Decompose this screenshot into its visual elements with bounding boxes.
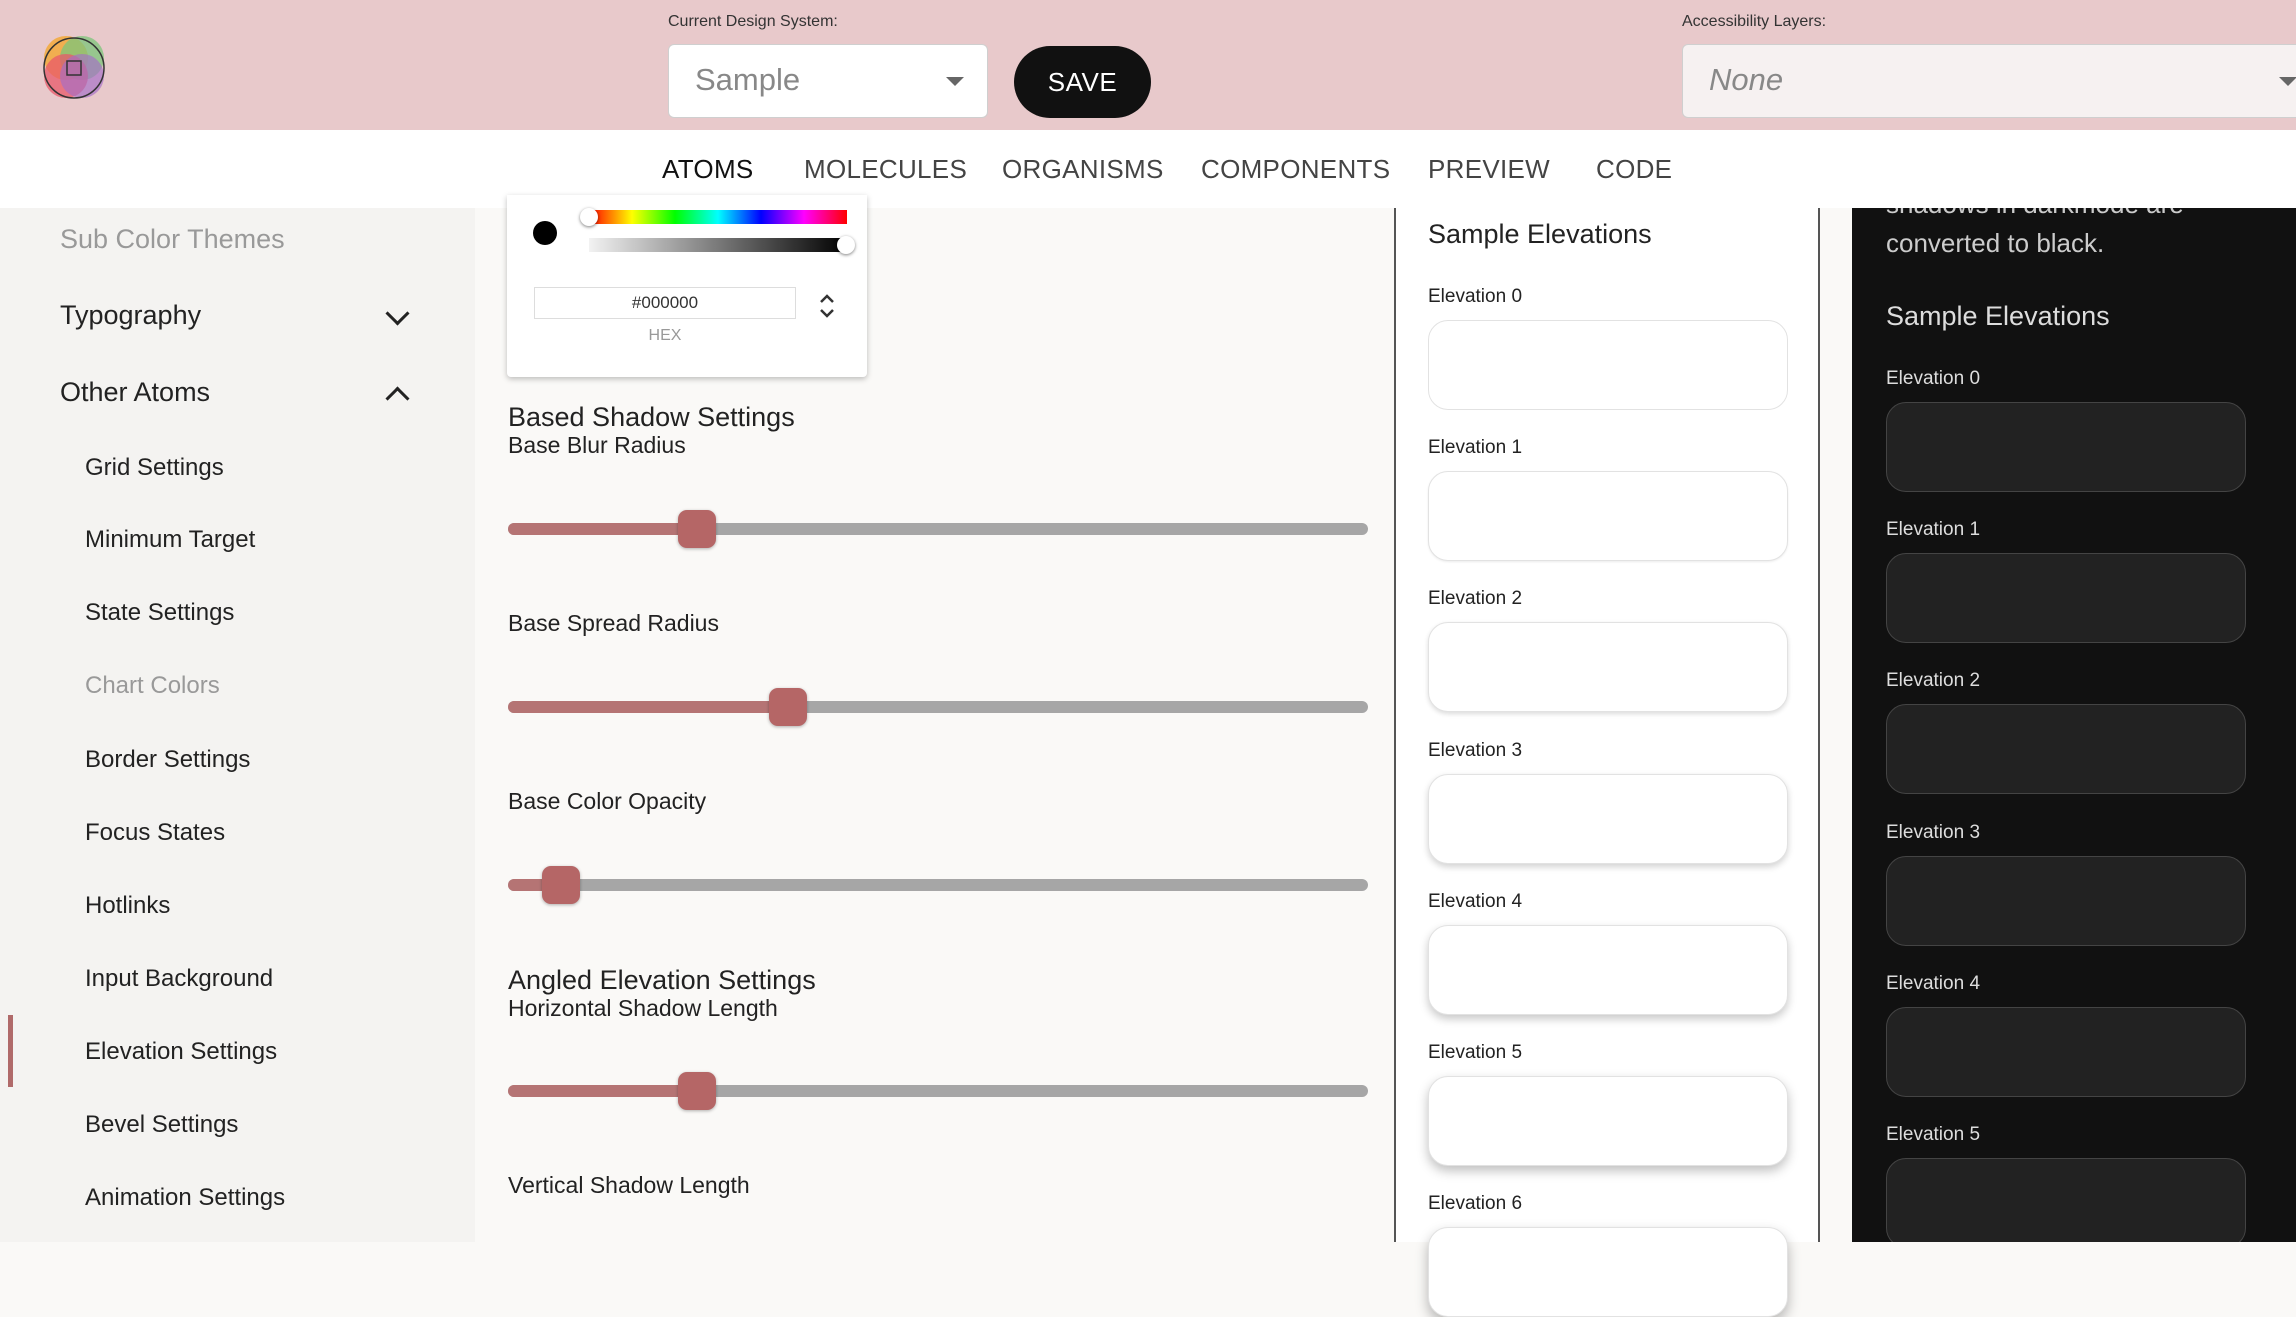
based-shadow-title: Based Shadow Settings (508, 402, 795, 432)
elevation-0-card (1428, 320, 1788, 410)
tab-atoms[interactable]: ATOMS (662, 154, 754, 185)
sidebar-item-minimum-target[interactable]: Minimum Target (85, 526, 255, 554)
sidebar-item-state-settings[interactable]: State Settings (85, 599, 234, 627)
base-blur-label: Base Blur Radius (508, 432, 686, 458)
chevron-down-icon[interactable] (385, 301, 410, 326)
hex-input[interactable]: #000000 (534, 287, 796, 319)
elevation-label: Elevation 2 (1428, 588, 1523, 609)
elevation-6-card (1428, 1227, 1788, 1317)
elevation-label: Elevation 5 (1428, 1042, 1523, 1063)
base-blur-slider[interactable] (508, 510, 1368, 548)
tab-code[interactable]: CODE (1596, 154, 1672, 185)
elevation-label: Elevation 0 (1428, 286, 1523, 307)
sidebar-item-bevel-settings[interactable]: Bevel Settings (85, 1111, 238, 1139)
chevron-down-icon (946, 77, 964, 86)
dark-elevation-2-card (1886, 704, 2246, 794)
sidebar-item-sub-color-themes[interactable]: Sub Color Themes (60, 224, 285, 255)
alpha-slider[interactable] (589, 238, 847, 252)
elevation-1-card (1428, 471, 1788, 561)
slider-thumb[interactable] (768, 688, 807, 726)
elevation-label: Elevation 0 (1886, 368, 1981, 389)
accessibility-layers-label: Accessibility Layers: (1682, 13, 1827, 30)
elevation-4-card (1428, 925, 1788, 1015)
dark-elevation-5-card (1886, 1158, 2246, 1242)
elevation-label: Elevation 4 (1886, 973, 1981, 994)
light-preview-title: Sample Elevations (1428, 219, 1652, 249)
base-opacity-label: Base Color Opacity (508, 788, 707, 814)
elevation-label: Elevation 1 (1886, 519, 1981, 540)
design-system-label: Current Design System: (668, 13, 838, 30)
sidebar-item-input-background[interactable]: Input Background (85, 965, 273, 993)
elevation-label: Elevation 4 (1428, 891, 1523, 912)
elevation-label: Elevation 2 (1886, 670, 1981, 691)
slider-fill (508, 1085, 698, 1097)
dark-elevation-4-card (1886, 1007, 2246, 1097)
base-spread-slider[interactable] (508, 688, 1368, 726)
sidebar-item-animation-settings[interactable]: Animation Settings (85, 1184, 285, 1212)
elevation-3-card (1428, 774, 1788, 864)
design-system-value: Sample (695, 62, 801, 97)
horizontal-shadow-label: Horizontal Shadow Length (508, 995, 778, 1021)
elevation-label: Elevation 3 (1886, 822, 1981, 843)
elevation-2-card (1428, 622, 1788, 712)
elevation-5-card (1428, 1076, 1788, 1166)
tab-preview[interactable]: PREVIEW (1428, 154, 1550, 185)
sidebar: Sub Color Themes Typography Other Atoms … (0, 208, 475, 1242)
app-logo-icon[interactable] (30, 24, 116, 110)
elevation-label: Elevation 5 (1886, 1124, 1981, 1145)
sidebar-item-other-atoms[interactable]: Other Atoms (60, 377, 210, 408)
elevation-label: Elevation 1 (1428, 437, 1523, 458)
hue-slider-handle[interactable] (580, 208, 598, 226)
dark-note: converted to black. (1886, 228, 2105, 258)
tab-molecules[interactable]: MOLECULES (804, 154, 967, 185)
vertical-shadow-label: Vertical Shadow Length (508, 1172, 750, 1198)
main-tabs: ATOMS MOLECULES ORGANISMS COMPONENTS PRE… (0, 130, 2296, 208)
slider-thumb[interactable] (678, 510, 717, 548)
light-preview-panel: Sample Elevations Elevation 0 Elevation … (1394, 208, 1820, 1317)
format-toggle-icon[interactable] (817, 291, 837, 321)
elevation-label: Elevation 6 (1428, 1193, 1523, 1214)
tab-components[interactable]: COMPONENTS (1201, 154, 1390, 185)
design-system-select[interactable]: Sample (668, 44, 988, 118)
sidebar-item-elevation-settings[interactable]: Elevation Settings (85, 1038, 277, 1066)
active-sidebar-indicator (8, 1015, 13, 1087)
chevron-up-icon[interactable] (385, 386, 410, 411)
base-spread-label: Base Spread Radius (508, 610, 719, 636)
accessibility-layers-select[interactable]: None (1682, 44, 2296, 118)
slider-fill (508, 701, 788, 713)
tab-organisms[interactable]: ORGANISMS (1002, 154, 1164, 185)
dark-elevation-1-card (1886, 553, 2246, 643)
save-button[interactable]: SAVE (1014, 46, 1151, 118)
accessibility-layers-value: None (1709, 62, 1784, 97)
hue-slider[interactable] (589, 210, 847, 224)
sidebar-item-chart-colors[interactable]: Chart Colors (85, 672, 220, 700)
sidebar-item-border-settings[interactable]: Border Settings (85, 746, 250, 774)
elevation-label: Elevation 3 (1428, 740, 1523, 761)
slider-thumb[interactable] (542, 866, 581, 904)
angled-elevation-title: Angled Elevation Settings (508, 965, 816, 995)
horizontal-shadow-slider[interactable] (508, 1072, 1368, 1110)
dark-preview-title: Sample Elevations (1886, 301, 2110, 331)
app-header: Current Design System: Sample SAVE Acces… (0, 0, 2296, 130)
color-picker[interactable]: #000000 HEX (507, 195, 867, 377)
dark-elevation-0-card (1886, 402, 2246, 492)
hex-label: HEX (648, 327, 682, 344)
base-opacity-slider[interactable] (508, 866, 1368, 904)
alpha-slider-handle[interactable] (837, 236, 855, 254)
dark-preview-panel: shadows in darkmode are converted to bla… (1852, 208, 2296, 1242)
sidebar-item-typography[interactable]: Typography (60, 300, 201, 331)
color-swatch (533, 221, 557, 245)
sidebar-item-focus-states[interactable]: Focus States (85, 819, 225, 847)
dark-elevation-3-card (1886, 856, 2246, 946)
chevron-down-icon (2279, 77, 2296, 86)
sidebar-item-hotlinks[interactable]: Hotlinks (85, 892, 170, 920)
slider-fill (508, 523, 698, 535)
sidebar-item-grid-settings[interactable]: Grid Settings (85, 454, 224, 482)
slider-thumb[interactable] (678, 1072, 717, 1110)
